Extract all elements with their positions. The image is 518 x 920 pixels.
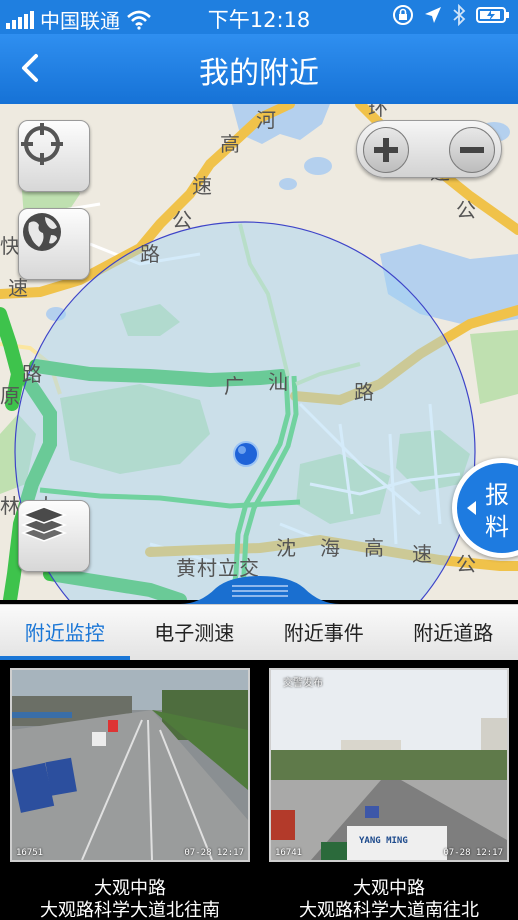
nav-bar: 我的附近 <box>0 34 518 104</box>
bluetooth-icon <box>453 4 466 26</box>
map-label: 速 <box>412 542 432 566</box>
map-label: 环 <box>368 104 388 120</box>
map-label: 河 <box>256 108 276 132</box>
globe-icon <box>23 213 61 251</box>
camera-snapshot[interactable]: 交警发布 YANG MING 16741 07-28 12:17 <box>269 668 509 862</box>
tab-nearby-roads[interactable]: 附近道路 <box>389 605 518 661</box>
camera-image <box>12 670 248 860</box>
camera-direction: 大观路科学大道北往南 <box>40 900 220 920</box>
camera-id: 16741 <box>275 848 303 858</box>
map-label: 林 <box>0 494 20 518</box>
camera-overlay-text: 交警发布 <box>283 678 323 689</box>
camera-image <box>271 670 507 860</box>
battery-icon <box>476 7 509 23</box>
page-title: 我的附近 <box>199 56 319 91</box>
layers-icon <box>20 506 68 542</box>
map-label: 高 <box>364 536 384 560</box>
status-bar: 中国联通 下午12:18 <box>0 0 518 34</box>
location-arrow-icon <box>425 7 441 23</box>
layers-button[interactable] <box>18 500 90 572</box>
camera-direction: 大观路科学大道南往北 <box>299 900 479 920</box>
map-label: 路 <box>22 362 42 386</box>
map-label: 公 <box>456 198 476 222</box>
truck-logo-text: YANG MING <box>359 836 408 846</box>
camera-id: 16751 <box>16 848 44 858</box>
map-label: 快 <box>0 234 20 258</box>
map-label: 公 <box>172 208 192 232</box>
globe-button[interactable] <box>18 208 90 280</box>
tab-nearby-events[interactable]: 附近事件 <box>259 605 389 661</box>
map-label: 路 <box>140 242 160 266</box>
zoom-control <box>356 120 502 178</box>
map-label: 原 <box>0 384 20 408</box>
map-label: 沈 <box>276 536 296 560</box>
map-label: 路 <box>354 380 374 404</box>
arrow-left-icon <box>467 501 476 515</box>
tab-speed-cameras[interactable]: 电子测速 <box>130 605 260 661</box>
map-label: 公 <box>456 552 476 576</box>
map-label: 速 <box>192 174 212 198</box>
map-label: 广 <box>224 374 244 398</box>
zoom-in-button[interactable] <box>363 127 409 173</box>
camera-timestamp: 07-28 12:17 <box>443 848 503 858</box>
report-label: 报料 <box>485 481 509 541</box>
tab-nearby-cameras[interactable]: 附近监控 <box>0 605 130 661</box>
zoom-out-button[interactable] <box>449 127 495 173</box>
status-right <box>392 4 510 26</box>
rotation-lock-icon <box>393 5 413 25</box>
camera-timestamp: 07-28 12:17 <box>184 848 244 858</box>
camera-list: 16751 07-28 12:17 大观中路 大观路科学大道北往南 交警发布 Y… <box>0 660 518 920</box>
crosshair-icon <box>21 123 63 165</box>
drawer-handle[interactable] <box>180 574 340 604</box>
minus-icon <box>460 147 484 153</box>
map-label: 汕 <box>268 370 288 394</box>
camera-snapshot[interactable]: 16751 07-28 12:17 <box>10 668 250 862</box>
tab-bar: 附近监控 电子测速 附近事件 附近道路 <box>0 604 518 660</box>
map-label: 海 <box>320 536 340 560</box>
locate-button[interactable] <box>18 120 90 192</box>
map-view[interactable]: 高 速 公 路 河 环 速 公 快 速 路 原 广 汕 路 林 大 黄村立交 沈… <box>0 104 518 600</box>
map-label: 高 <box>220 132 240 156</box>
plus-icon <box>374 138 398 162</box>
